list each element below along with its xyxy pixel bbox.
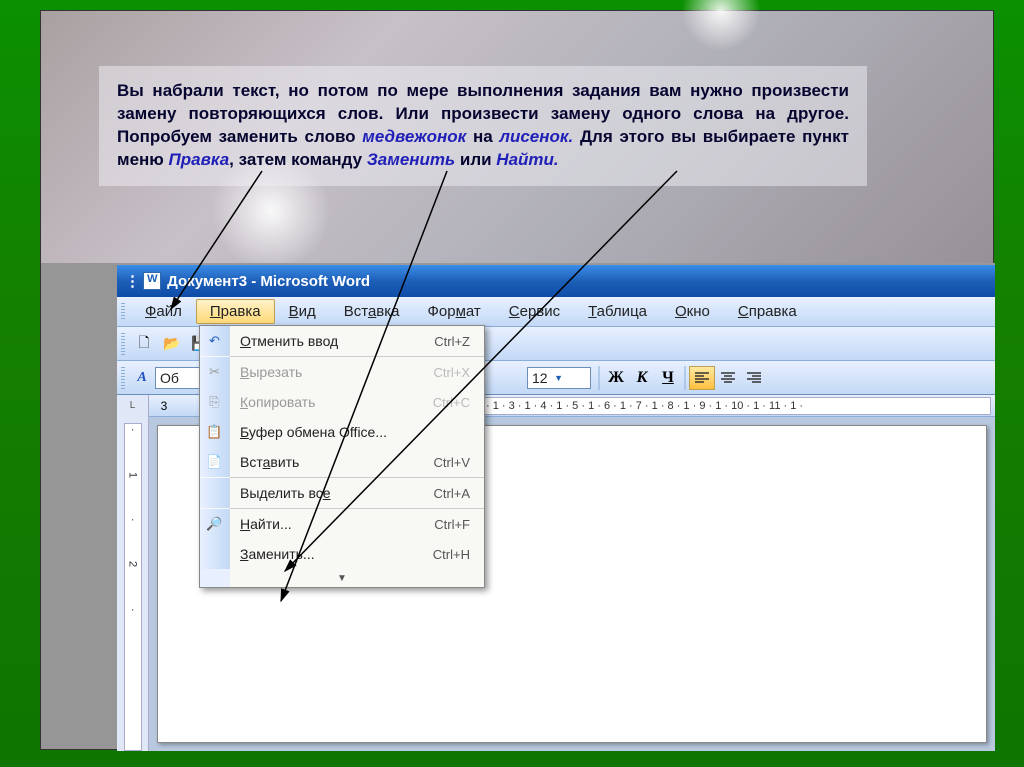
shortcut: Ctrl+V bbox=[434, 455, 484, 470]
menubar-grip bbox=[121, 303, 125, 321]
align-right-button[interactable] bbox=[741, 366, 767, 390]
menu-table[interactable]: Таблица bbox=[574, 299, 661, 324]
styles-button[interactable]: A bbox=[129, 365, 155, 391]
align-right-icon bbox=[747, 372, 761, 384]
menu-undo[interactable]: ↶ Отменить ввод Ctrl+Z bbox=[200, 326, 484, 356]
separator bbox=[598, 366, 600, 390]
align-left-button[interactable] bbox=[689, 366, 715, 390]
bold-button[interactable]: Ж bbox=[603, 366, 629, 390]
clipboard-icon: 📋 bbox=[200, 417, 230, 447]
shortcut: Ctrl+Z bbox=[434, 334, 484, 349]
menu-clipboard[interactable]: 📋 Буфер обмена Office... bbox=[200, 417, 484, 447]
menu-edit[interactable]: Правка bbox=[196, 299, 275, 324]
ruler-corner: L bbox=[117, 395, 149, 417]
word-icon bbox=[143, 272, 161, 290]
vertical-ruler-strip[interactable]: · 1 · 2 · bbox=[124, 423, 142, 751]
menu-select-all[interactable]: Выделить все Ctrl+A bbox=[200, 478, 484, 508]
menu-view[interactable]: Вид bbox=[275, 299, 330, 324]
titlebar: ⋮ Документ3 - Microsoft Word bbox=[117, 265, 995, 297]
open-button[interactable]: 📂 bbox=[159, 331, 185, 357]
style-value: Об bbox=[160, 370, 179, 386]
menu-service[interactable]: Сервис bbox=[495, 299, 574, 324]
find-icon: 🔎 bbox=[200, 509, 230, 539]
menu-paste[interactable]: 📄 Вставить Ctrl+V bbox=[200, 447, 484, 477]
toolbar-grip bbox=[121, 333, 125, 355]
new-doc-button[interactable]: 🗋 bbox=[131, 331, 157, 357]
cut-icon: ✂ bbox=[200, 357, 230, 387]
titlebar-grip: ⋮ bbox=[125, 272, 139, 290]
instruction-text: Вы набрали текст, но потом по мере выпол… bbox=[99, 66, 867, 186]
blank-icon bbox=[200, 478, 230, 508]
light-spot bbox=[681, 0, 761, 51]
ruler-left-value: 3 bbox=[149, 399, 179, 413]
window-title: Документ3 - Microsoft Word bbox=[167, 273, 370, 290]
undo-icon: ↶ bbox=[200, 326, 230, 356]
toolbar-grip bbox=[121, 367, 125, 389]
copy-icon: ⎘ bbox=[200, 387, 230, 417]
menu-insert[interactable]: Вставка bbox=[330, 299, 414, 324]
ruler-scale[interactable]: · 1 · 3 · 1 · 4 · 1 · 5 · 1 · 6 · 1 · 7 … bbox=[483, 397, 991, 415]
menu-help[interactable]: Справка bbox=[724, 299, 811, 324]
fontsize-value: 12 bbox=[532, 370, 548, 386]
shortcut: Ctrl+C bbox=[433, 395, 484, 410]
dropdown-icon: ▼ bbox=[552, 368, 566, 388]
menu-find[interactable]: 🔎 Найти... Ctrl+F bbox=[200, 509, 484, 539]
shortcut: Ctrl+F bbox=[434, 517, 484, 532]
align-left-icon bbox=[695, 372, 709, 384]
shortcut: Ctrl+A bbox=[434, 486, 484, 501]
edit-dropdown: ↶ Отменить ввод Ctrl+Z ✂ Вырезать Ctrl+X… bbox=[199, 325, 485, 588]
menu-file[interactable]: Файл bbox=[131, 299, 196, 324]
menu-copy: ⎘ Копировать Ctrl+C bbox=[200, 387, 484, 417]
separator bbox=[684, 366, 686, 390]
align-center-button[interactable] bbox=[715, 366, 741, 390]
fontsize-selector[interactable]: 12 ▼ bbox=[527, 367, 591, 389]
menubar: Файл Правка Вид Вставка Формат Сервис Та… bbox=[117, 297, 995, 327]
shortcut: Ctrl+X bbox=[434, 365, 484, 380]
menu-format[interactable]: Формат bbox=[413, 299, 494, 324]
menu-window[interactable]: Окно bbox=[661, 299, 724, 324]
underline-button[interactable]: Ч bbox=[655, 366, 681, 390]
menu-replace[interactable]: Заменить... Ctrl+H bbox=[200, 539, 484, 569]
word-window: ⋮ Документ3 - Microsoft Word Файл Правка… bbox=[117, 263, 995, 751]
vertical-ruler: · 1 · 2 · bbox=[117, 417, 149, 751]
shortcut: Ctrl+H bbox=[433, 547, 484, 562]
align-center-icon bbox=[721, 372, 735, 384]
menu-cut: ✂ Вырезать Ctrl+X bbox=[200, 357, 484, 387]
italic-button[interactable]: К bbox=[629, 366, 655, 390]
slide: Вы набрали текст, но потом по мере выпол… bbox=[40, 10, 994, 750]
paste-icon: 📄 bbox=[200, 447, 230, 477]
blank-icon bbox=[200, 539, 230, 569]
menu-expand[interactable]: ▼ bbox=[200, 569, 484, 587]
